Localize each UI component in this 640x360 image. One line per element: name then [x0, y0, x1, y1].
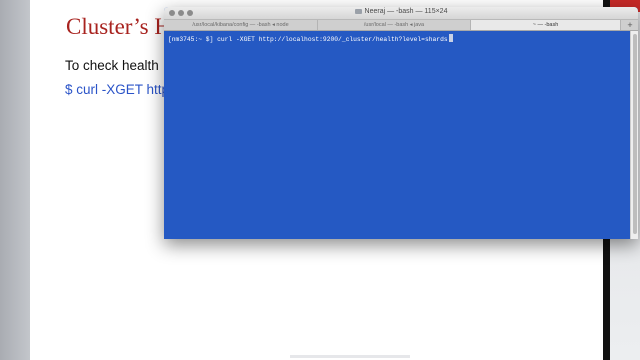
- tab-home[interactable]: ~ — -bash: [471, 20, 621, 30]
- command-text: [nm3745:~ $] curl -XGET http://localhost…: [168, 36, 448, 43]
- slide-title: Cluster’s H: [66, 14, 171, 39]
- terminal-titlebar[interactable]: Neeraj — -bash — 115×24: [164, 7, 638, 20]
- desktop-left-strip: [0, 0, 30, 360]
- slide-bottom-mark: [290, 355, 410, 358]
- text-cursor: [448, 34, 453, 42]
- terminal-content[interactable]: [nm3745:~ $] curl -XGET http://localhost…: [164, 31, 630, 239]
- slide-command-text: $ curl -XGET http: [65, 82, 170, 97]
- scrollbar-thumb[interactable]: [632, 34, 637, 234]
- tab-kibana-config[interactable]: /usr/local/kibana/config — -bash ◂ node: [164, 20, 318, 30]
- add-tab-icon[interactable]: +: [622, 20, 638, 30]
- window-title-text: Neeraj — -bash — 115×24: [364, 8, 448, 15]
- terminal-window[interactable]: Neeraj — -bash — 115×24 /usr/local/kiban…: [164, 7, 638, 239]
- terminal-scrollbar[interactable]: [630, 31, 638, 239]
- tab-usr-local[interactable]: /usr/local — -bash ◂ java: [318, 20, 471, 30]
- tab-bar: /usr/local/kibana/config — -bash ◂ node …: [164, 20, 638, 31]
- slide-body-text: To check health: [65, 58, 159, 73]
- terminal-line: [nm3745:~ $] curl -XGET http://localhost…: [168, 34, 453, 43]
- window-title: Neeraj — -bash — 115×24: [164, 8, 638, 15]
- folder-icon: [354, 9, 362, 14]
